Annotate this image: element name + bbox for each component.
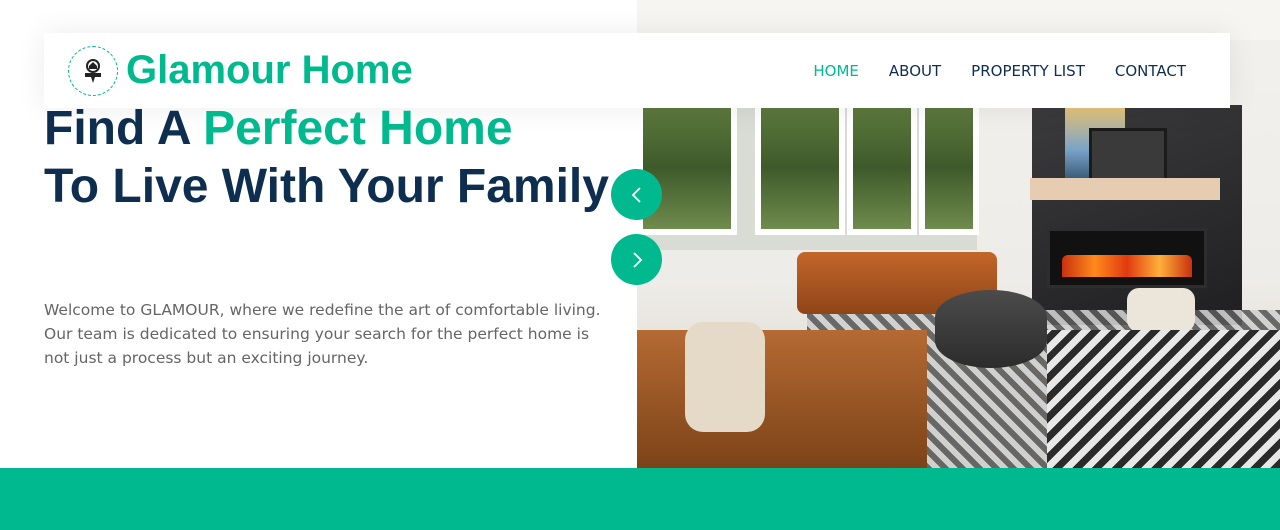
- hero-title: Find A Perfect Home To Live With Your Fam…: [44, 100, 624, 216]
- hero-title-part1: Find A: [44, 102, 204, 155]
- carousel-next-button[interactable]: [611, 234, 662, 285]
- house-logo-icon: [68, 45, 118, 96]
- navbar: Glamour Home HOME ABOUT PROPERTY LIST CO…: [44, 33, 1230, 108]
- chevron-left-icon: [631, 186, 641, 203]
- nav-item-contact[interactable]: CONTACT: [1100, 62, 1201, 80]
- search-section-band: [0, 468, 1280, 530]
- hero-description: Welcome to GLAMOUR, where we redefine th…: [44, 301, 601, 367]
- hero-title-accent: Perfect Home: [203, 102, 513, 155]
- carousel-prev-button[interactable]: [611, 169, 662, 220]
- nav-menu: HOME ABOUT PROPERTY LIST CONTACT: [798, 62, 1201, 80]
- brand-link[interactable]: Glamour Home: [68, 45, 413, 96]
- chevron-right-icon: [632, 251, 642, 268]
- brand-name: Glamour Home: [126, 48, 413, 92]
- hero-title-part2: To Live With Your Family: [44, 160, 609, 213]
- nav-item-property-list[interactable]: PROPERTY LIST: [956, 62, 1100, 80]
- nav-item-home[interactable]: HOME: [798, 62, 874, 80]
- nav-item-about[interactable]: ABOUT: [874, 62, 956, 80]
